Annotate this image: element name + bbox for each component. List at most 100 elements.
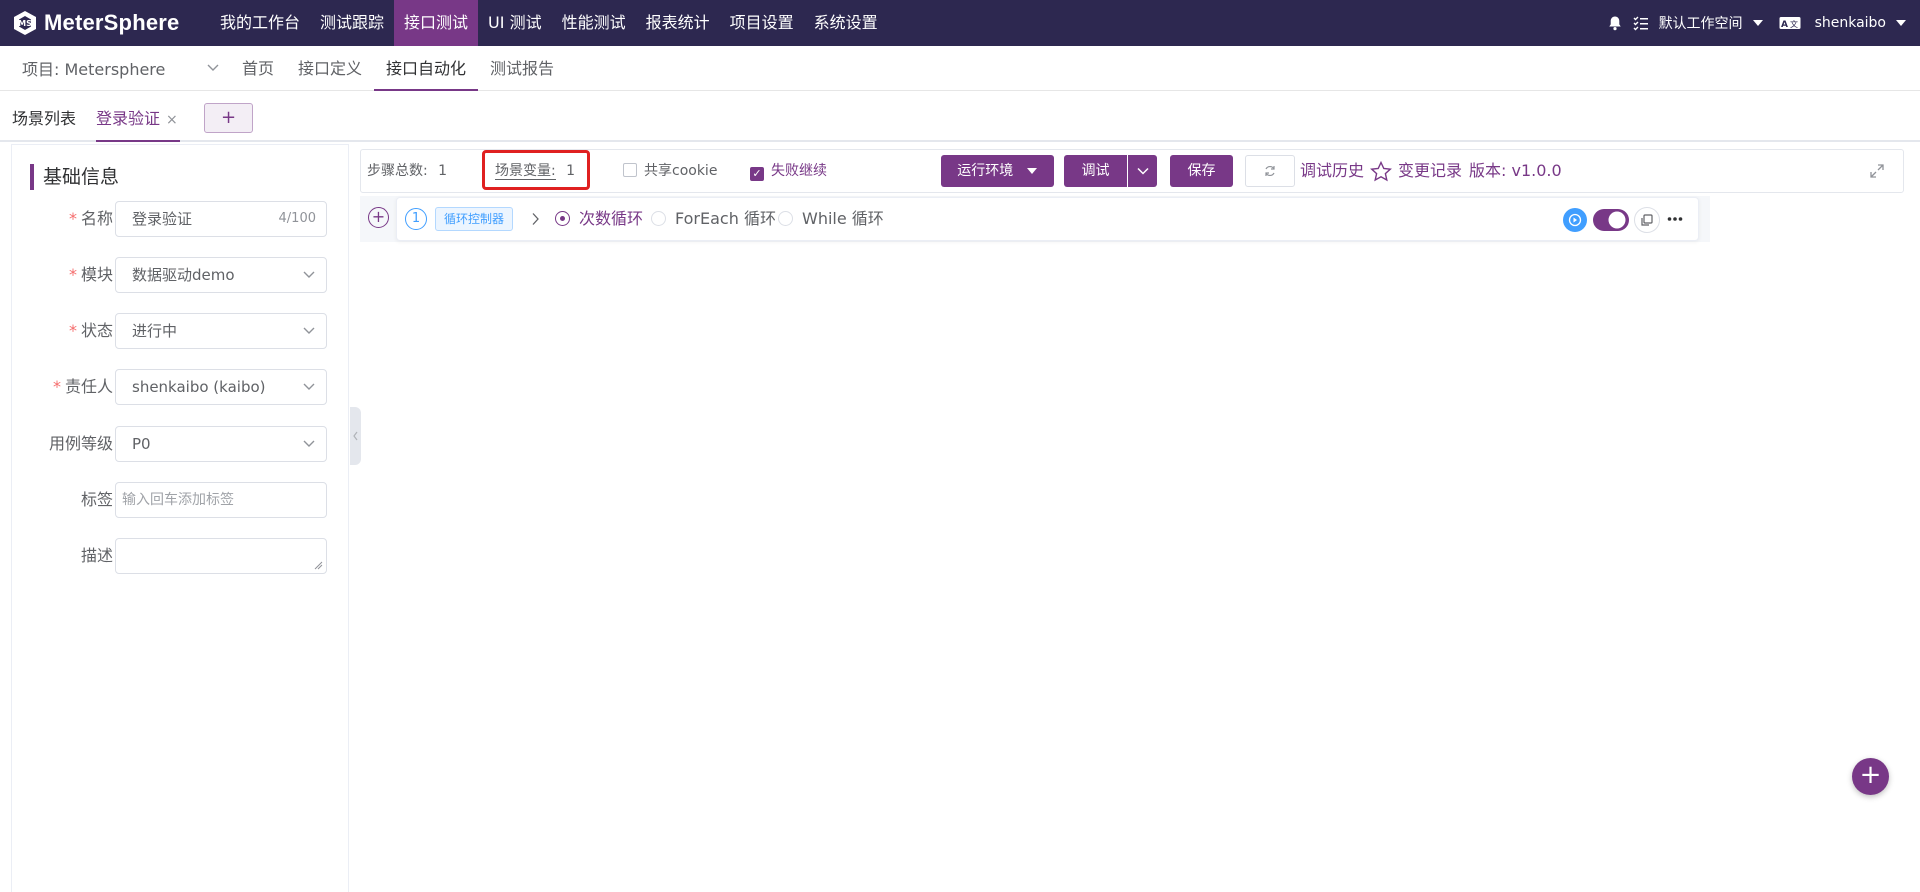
sub-nav-menu: 首页 接口定义 接口自动化 测试报告 <box>230 46 566 91</box>
sub-nav-home[interactable]: 首页 <box>230 46 286 91</box>
chevron-down-icon <box>303 271 315 278</box>
username: shenkaibo <box>1814 15 1886 31</box>
checkmark-icon: ✓ <box>750 167 764 181</box>
field-tags: 标签 输入回车添加标签 <box>12 482 350 518</box>
project-selector[interactable]: 项目: Metersphere <box>0 56 230 80</box>
workspace-name: 默认工作空间 <box>1658 16 1743 32</box>
field-tags-label: 标签 <box>80 490 113 509</box>
chevron-down-icon <box>303 383 315 390</box>
top-menu-ui-test[interactable]: UI 测试 <box>478 0 552 46</box>
language-icon[interactable]: A文 <box>1779 16 1801 30</box>
step-total-count: 1 <box>438 163 448 179</box>
chevron-down-icon <box>303 440 315 447</box>
debug-dropdown-button[interactable] <box>1128 155 1157 187</box>
caret-down-icon <box>1026 168 1037 174</box>
field-owner: * 责任人 shenkaibo (kaibo) <box>12 369 350 405</box>
close-tab-icon[interactable]: × <box>166 112 178 128</box>
status-select[interactable]: 进行中 <box>115 313 327 349</box>
loop-controller-tag: 循环控制器 <box>435 207 514 231</box>
step-index: 1 <box>405 208 427 230</box>
field-status-label: * 状态 <box>68 321 113 340</box>
module-select[interactable]: 数据驱动demo <box>115 257 327 293</box>
share-cookie-checkbox[interactable]: 共享cookie <box>623 150 717 192</box>
project-name: 项目: Metersphere <box>22 60 166 79</box>
tab-login-verify-label: 登录验证 <box>96 109 161 128</box>
tags-input[interactable]: 输入回车添加标签 <box>115 482 327 518</box>
name-input[interactable]: 登录验证 4/100 <box>115 201 327 237</box>
top-menu-project-settings[interactable]: 项目设置 <box>720 0 804 46</box>
copy-icon[interactable] <box>1634 207 1660 233</box>
top-menu-test-track[interactable]: 测试跟踪 <box>310 0 394 46</box>
run-step-icon[interactable] <box>1563 208 1587 232</box>
scene-variables-count: 1 <box>566 163 576 179</box>
sub-navbar: 项目: Metersphere 首页 接口定义 接口自动化 测试报告 <box>0 46 1920 91</box>
resize-handle-icon[interactable] <box>314 561 323 570</box>
top-menu: 我的工作台 测试跟踪 接口测试 UI 测试 性能测试 报表统计 项目设置 系统设… <box>210 0 888 46</box>
fullscreen-icon[interactable] <box>1869 163 1885 179</box>
more-icon[interactable] <box>1667 216 1683 222</box>
caret-down-icon <box>1752 20 1763 26</box>
checkbox-icon <box>623 163 637 177</box>
field-module: * 模块 数据驱动demo <box>12 257 350 293</box>
top-menu-api-test[interactable]: 接口测试 <box>394 0 479 46</box>
scenario-tabs: 场景列表 登录验证 × + <box>0 98 1920 142</box>
field-name: * 名称 登录验证 4/100 <box>12 201 350 237</box>
tab-login-verify[interactable]: 登录验证 × <box>96 98 180 142</box>
workspace-switcher[interactable]: 默认工作空间 <box>1659 13 1765 33</box>
save-button[interactable]: 保存 <box>1170 155 1233 187</box>
sub-nav-api-automation[interactable]: 接口自动化 <box>374 46 479 91</box>
radio-count-loop[interactable]: 次数循环 <box>555 198 643 240</box>
chevron-right-icon[interactable] <box>531 212 541 226</box>
field-status: * 状态 进行中 <box>12 313 350 349</box>
debug-history-link[interactable]: 调试历史 <box>1300 150 1364 192</box>
top-right-area: 默认工作空间 A文 shenkaibo <box>1593 0 1908 46</box>
add-step-icon[interactable]: + <box>368 207 389 228</box>
top-menu-workbench[interactable]: 我的工作台 <box>210 0 310 46</box>
step-total: 步骤总数: 1 <box>367 163 448 179</box>
enable-toggle[interactable] <box>1593 208 1629 232</box>
field-owner-label: * 责任人 <box>52 377 113 396</box>
sub-nav-test-report[interactable]: 测试报告 <box>478 46 566 91</box>
radio-icon <box>778 211 793 226</box>
add-step-fab[interactable]: + <box>1852 758 1889 795</box>
radio-while-loop[interactable]: While 循环 <box>778 198 884 240</box>
field-description-label: 描述 <box>80 546 113 565</box>
radio-selected-icon <box>555 211 570 226</box>
top-navbar: MS MeterSphere 我的工作台 测试跟踪 接口测试 UI 测试 性能测… <box>0 0 1920 46</box>
user-menu[interactable]: shenkaibo <box>1815 15 1908 31</box>
panel-collapse-handle[interactable] <box>350 407 361 465</box>
run-env-button[interactable]: 运行环境 <box>941 155 1054 187</box>
chevron-down-icon <box>303 327 315 334</box>
change-record-link[interactable]: 变更记录 <box>1398 150 1462 192</box>
refresh-button[interactable] <box>1245 155 1295 187</box>
field-module-label: * 模块 <box>68 265 113 284</box>
sub-nav-api-definition[interactable]: 接口定义 <box>286 46 374 91</box>
radio-foreach-loop[interactable]: ForEach 循环 <box>651 198 776 240</box>
tab-scenario-list[interactable]: 场景列表 <box>12 98 76 142</box>
level-select[interactable]: P0 <box>115 426 327 462</box>
brand-logo[interactable]: MS MeterSphere <box>0 0 210 46</box>
svg-text:文: 文 <box>1790 19 1798 29</box>
fail-continue-checkbox[interactable]: ✓ 失败继续 <box>750 150 827 192</box>
caret-down-icon <box>1896 20 1906 26</box>
debug-button[interactable]: 调试 <box>1064 155 1127 187</box>
scenario-toolbar: 步骤总数: 1 场景变量: 1 共享cookie ✓ 失败继续 运行环境 调试 保… <box>360 149 1904 193</box>
add-tab-button[interactable]: + <box>204 103 253 133</box>
top-menu-performance-test[interactable]: 性能测试 <box>552 0 636 46</box>
bell-icon[interactable] <box>1607 15 1623 31</box>
radio-icon <box>651 211 666 226</box>
top-menu-system-settings[interactable]: 系统设置 <box>804 0 888 46</box>
scene-variables-link[interactable]: 场景变量: <box>495 163 556 180</box>
task-list-icon[interactable] <box>1633 15 1649 31</box>
top-menu-report[interactable]: 报表统计 <box>636 0 720 46</box>
owner-select[interactable]: shenkaibo (kaibo) <box>115 369 327 405</box>
star-icon[interactable] <box>1370 161 1392 182</box>
svg-text:MS: MS <box>18 19 32 28</box>
field-level-label: 用例等级 <box>48 434 113 453</box>
version-label[interactable]: 版本: v1.0.0 <box>1469 150 1562 192</box>
chevron-down-icon <box>1136 167 1149 175</box>
scene-variables[interactable]: 场景变量: 1 <box>495 150 575 192</box>
chevron-down-icon <box>207 64 219 71</box>
description-textarea[interactable] <box>115 538 327 574</box>
basic-info-panel: 基础信息 * 名称 登录验证 4/100 * 模块 数据驱动demo * 状态 进行中… <box>11 144 349 892</box>
